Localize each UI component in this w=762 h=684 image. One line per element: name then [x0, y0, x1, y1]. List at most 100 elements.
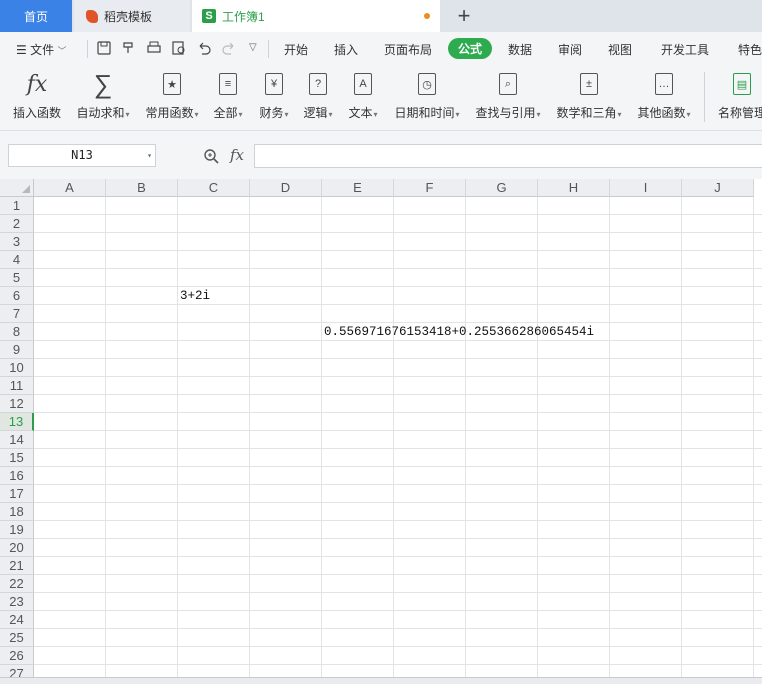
- file-menu[interactable]: ☰ 文件 ﹀: [16, 41, 66, 58]
- lookup-label: 查找与引用: [475, 106, 536, 120]
- other-functions-label: 其他函数: [637, 106, 686, 120]
- other-functions-button[interactable]: … 其他函数▾: [634, 70, 694, 121]
- column-header[interactable]: C: [178, 179, 250, 197]
- row-header[interactable]: 14: [0, 431, 34, 449]
- tab-docer-label: 稻壳模板: [104, 9, 153, 24]
- text-label: 文本: [348, 106, 373, 120]
- row-header[interactable]: 26: [0, 647, 34, 665]
- common-functions-button[interactable]: ★ 常用函数▾: [142, 70, 202, 121]
- row-header[interactable]: 4: [0, 251, 34, 269]
- row-header[interactable]: 17: [0, 485, 34, 503]
- menu-features[interactable]: 特色: [738, 41, 762, 58]
- row-header[interactable]: 15: [0, 449, 34, 467]
- cell-area[interactable]: 3+2i 0.556971676153418+0.255366286065454…: [34, 197, 762, 677]
- cell-E8[interactable]: 0.556971676153418+0.255366286065454i: [322, 323, 594, 341]
- undo-icon[interactable]: [196, 40, 212, 56]
- caret-down-icon: ▾: [455, 110, 460, 119]
- caret-down-icon[interactable]: ▾: [147, 145, 152, 166]
- autosum-button[interactable]: ∑ 自动求和▾: [74, 68, 132, 121]
- fx-icon[interactable]: fx: [230, 146, 244, 164]
- formula-bar: N13 ▾ fx: [0, 131, 762, 179]
- row-header[interactable]: 19: [0, 521, 34, 539]
- row-header[interactable]: 3: [0, 233, 34, 251]
- magnifier-icon: ⌕: [499, 73, 517, 95]
- format-painter-icon[interactable]: [121, 40, 137, 56]
- menu-insert[interactable]: 插入: [334, 41, 358, 58]
- column-header[interactable]: B: [106, 179, 178, 197]
- name-manager-button[interactable]: ▤ 名称管理: [712, 70, 762, 121]
- row-header[interactable]: 10: [0, 359, 34, 377]
- separator: [268, 40, 269, 58]
- column-header[interactable]: G: [466, 179, 538, 197]
- lookup-button[interactable]: ⌕ 查找与引用▾: [472, 70, 544, 121]
- column-header[interactable]: D: [250, 179, 322, 197]
- menu-review[interactable]: 审阅: [558, 41, 582, 58]
- zoom-icon[interactable]: [203, 148, 219, 164]
- sigma-icon: ∑: [93, 68, 113, 99]
- column-header[interactable]: I: [610, 179, 682, 197]
- row-header[interactable]: 12: [0, 395, 34, 413]
- quick-access-more-icon[interactable]: ▽: [249, 42, 257, 53]
- print-preview-icon[interactable]: [171, 40, 187, 56]
- logic-button[interactable]: ? 逻辑▾: [300, 70, 336, 121]
- row-header[interactable]: 23: [0, 593, 34, 611]
- column-header[interactable]: H: [538, 179, 610, 197]
- row-header[interactable]: 25: [0, 629, 34, 647]
- menu-formula[interactable]: 公式: [448, 38, 493, 59]
- tab-workbook[interactable]: S 工作簿1: [192, 0, 440, 32]
- row-header[interactable]: 8: [0, 323, 34, 341]
- row-header[interactable]: 21: [0, 557, 34, 575]
- clock-icon: ◷: [418, 73, 436, 95]
- name-box[interactable]: N13 ▾: [8, 144, 156, 167]
- row-header[interactable]: 1: [0, 197, 34, 215]
- tab-home[interactable]: 首页: [0, 0, 72, 32]
- tab-docer-templates[interactable]: 稻壳模板: [74, 0, 190, 32]
- row-header[interactable]: 11: [0, 377, 34, 395]
- insert-function-button[interactable]: fx 插入函数: [10, 70, 64, 121]
- finance-button[interactable]: ¥ 财务▾: [256, 70, 292, 121]
- text-a-icon: A: [354, 73, 372, 95]
- star-function-icon: ★: [163, 73, 181, 95]
- menu-bar: ☰ 文件 ﹀ ▽ 开始 插入 页面布局 公式 数据 审阅 视图 开发工具 特色: [0, 32, 762, 66]
- row-header[interactable]: 2: [0, 215, 34, 233]
- row-header[interactable]: 9: [0, 341, 34, 359]
- select-all-corner[interactable]: [0, 179, 34, 197]
- menu-page-layout[interactable]: 页面布局: [384, 41, 432, 58]
- column-header[interactable]: A: [34, 179, 106, 197]
- math-label: 数学和三角: [556, 106, 617, 120]
- caret-down-icon: ▾: [194, 110, 199, 119]
- row-header[interactable]: 20: [0, 539, 34, 557]
- save-icon[interactable]: [96, 40, 112, 56]
- row-header[interactable]: 22: [0, 575, 34, 593]
- all-functions-button[interactable]: ≡ 全部▾: [210, 70, 246, 121]
- more-dots-icon: …: [655, 73, 673, 95]
- cell-C6[interactable]: 3+2i: [178, 287, 210, 305]
- menu-developer[interactable]: 开发工具: [661, 41, 709, 58]
- row-header[interactable]: 6: [0, 287, 34, 305]
- caret-down-icon: ▾: [617, 110, 622, 119]
- math-icon: ±: [580, 73, 598, 95]
- text-button[interactable]: A 文本▾: [345, 70, 381, 121]
- all-functions-icon: ≡: [219, 73, 237, 95]
- row-header[interactable]: 5: [0, 269, 34, 287]
- menu-data[interactable]: 数据: [508, 41, 532, 58]
- column-header[interactable]: J: [682, 179, 754, 197]
- redo-icon[interactable]: [221, 40, 237, 56]
- spreadsheet-grid: ABCDEFGHIJ 1 2 3 4 5 6 7 8 9 10 11 12 13 14 15 16 17 18 19…: [0, 179, 762, 677]
- print-icon[interactable]: [146, 40, 162, 56]
- row-header[interactable]: 18: [0, 503, 34, 521]
- row-header[interactable]: 27: [0, 665, 34, 677]
- column-header[interactable]: E: [322, 179, 394, 197]
- formula-input[interactable]: [254, 144, 762, 168]
- math-trig-button[interactable]: ± 数学和三角▾: [553, 70, 625, 121]
- menu-view[interactable]: 视图: [608, 41, 632, 58]
- column-header[interactable]: F: [394, 179, 466, 197]
- datetime-button[interactable]: ◷ 日期和时间▾: [391, 70, 463, 121]
- row-header[interactable]: 16: [0, 467, 34, 485]
- row-header[interactable]: 7: [0, 305, 34, 323]
- new-tab-button[interactable]: +: [446, 0, 482, 32]
- menu-start[interactable]: 开始: [284, 41, 308, 58]
- autosum-label: 自动求和: [76, 106, 125, 120]
- row-header[interactable]: 24: [0, 611, 34, 629]
- row-header[interactable]: 13: [0, 413, 34, 431]
